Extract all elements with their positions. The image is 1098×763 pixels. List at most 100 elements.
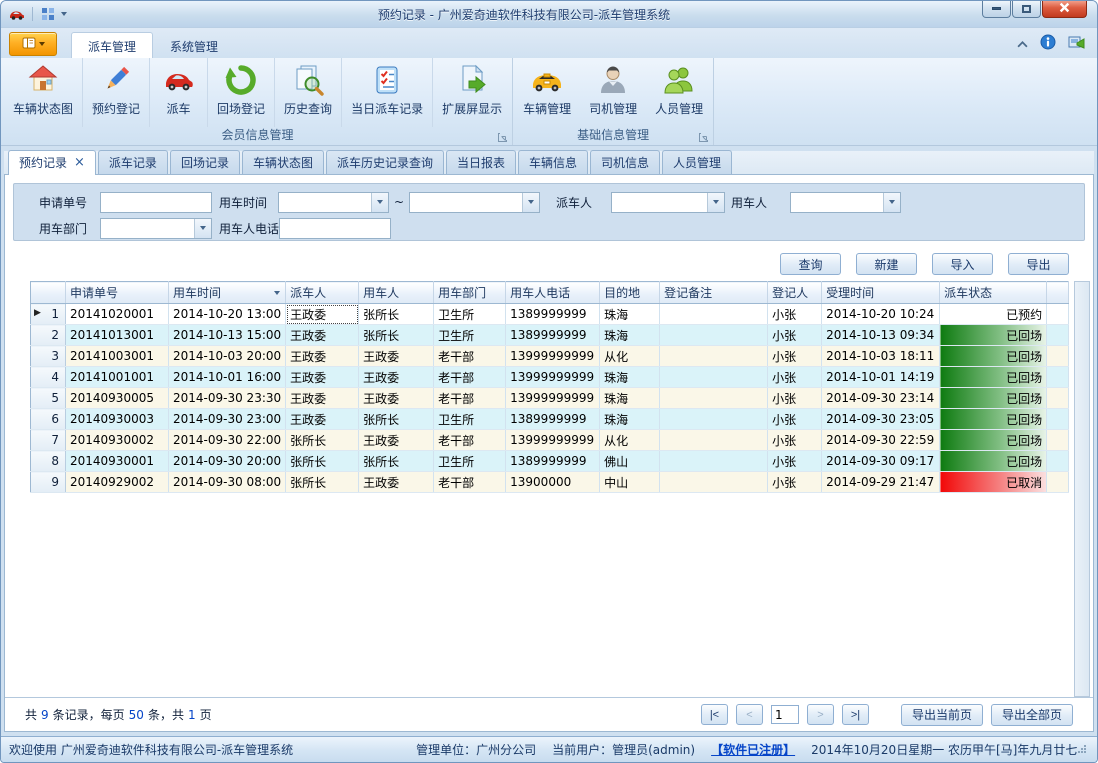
maximize-button[interactable] [1012,0,1041,18]
table-cell[interactable]: 老干部 [434,388,506,409]
new-button[interactable]: 新建 [856,253,917,275]
chevron-down-icon[interactable] [522,193,539,212]
column-header[interactable]: 用车时间 [169,282,286,304]
status-cell[interactable]: 已回场 [940,325,1047,346]
table-cell[interactable]: 小张 [768,325,822,346]
table-cell[interactable]: 中山 [600,472,660,493]
table-cell[interactable]: 1389999999 [506,451,600,472]
table-cell[interactable]: 2014-10-13 09:34 [822,325,940,346]
table-cell[interactable]: 20141001001 [66,367,169,388]
export-all-pages-button[interactable]: 导出全部页 [991,704,1073,726]
table-cell[interactable]: 小张 [768,472,822,493]
table-cell[interactable]: 王政委 [359,388,434,409]
row-selector-cell[interactable]: ▶1 [31,304,66,325]
status-cell[interactable]: 已预约 [940,304,1047,325]
row-selector-cell[interactable]: 7 [31,430,66,451]
doc-tab-8[interactable]: 司机信息 [590,150,660,174]
doc-tab-5[interactable]: 派车历史记录查询 [326,150,444,174]
table-cell[interactable]: 张所长 [359,304,434,325]
table-cell[interactable]: 王政委 [359,367,434,388]
table-cell[interactable]: 2014-10-01 14:19 [822,367,940,388]
status-cell[interactable]: 已回场 [940,346,1047,367]
today-dispatch-records-button[interactable]: 当日派车记录 [341,58,432,127]
status-cell[interactable]: 已回场 [940,430,1047,451]
column-header[interactable]: 受理时间 [822,282,940,304]
ribbon-tab-2[interactable]: 系统管理 [153,32,235,58]
chevron-down-icon[interactable] [194,219,211,238]
table-cell[interactable]: 2014-09-30 23:30 [169,388,286,409]
history-query-button[interactable]: 历史查询 [274,58,341,127]
dispatcher-select[interactable] [611,192,725,213]
resize-grip-icon[interactable] [1077,744,1089,756]
table-cell[interactable]: 卫生所 [434,304,506,325]
table-cell[interactable] [660,472,768,493]
table-cell[interactable]: 老干部 [434,430,506,451]
table-cell[interactable]: 老干部 [434,472,506,493]
status-cell[interactable]: 已回场 [940,409,1047,430]
table-cell[interactable]: 珠海 [600,325,660,346]
table-cell[interactable]: 从化 [600,346,660,367]
table-row[interactable]: ▶1201410200012014-10-20 13:00王政委张所长卫生所13… [31,304,1069,325]
previous-page-button[interactable]: < [736,704,763,725]
table-cell[interactable] [660,325,768,346]
personnel-management-button[interactable]: 人员管理 [646,58,712,127]
table-cell[interactable] [660,430,768,451]
doc-tab-2[interactable]: 派车记录 [98,150,168,174]
row-selector-cell[interactable]: 9 [31,472,66,493]
column-header-row-selector[interactable] [31,282,66,304]
phone-input[interactable] [279,218,391,239]
table-cell[interactable]: 佛山 [600,451,660,472]
table-cell[interactable]: 老干部 [434,367,506,388]
table-row[interactable]: 2201410130012014-10-13 15:00王政委张所长卫生所138… [31,325,1069,346]
page-number-input[interactable] [771,705,799,724]
table-cell[interactable]: 2014-09-30 08:00 [169,472,286,493]
skin-icon[interactable] [1068,34,1085,53]
use-time-to-select[interactable] [409,192,540,213]
close-icon[interactable]: × [74,158,85,168]
close-button[interactable] [1042,0,1087,18]
first-page-button[interactable]: |< [701,704,728,725]
table-cell[interactable] [660,451,768,472]
table-cell[interactable]: 13999999999 [506,346,600,367]
status-cell[interactable]: 已回场 [940,367,1047,388]
chevron-down-icon[interactable] [371,193,388,212]
department-select[interactable] [100,218,212,239]
column-header[interactable]: 登记人 [768,282,822,304]
doc-tab-7[interactable]: 车辆信息 [518,150,588,174]
table-cell[interactable]: 20140930002 [66,430,169,451]
vehicle-management-button[interactable]: 车辆管理 [514,58,580,127]
row-selector-cell[interactable]: 8 [31,451,66,472]
dialog-launcher-icon[interactable] [698,132,709,143]
column-header[interactable]: 用车部门 [434,282,506,304]
table-cell[interactable]: 王政委 [286,409,359,430]
row-selector-cell[interactable]: 5 [31,388,66,409]
software-registered-link[interactable]: 【软件已注册】 [711,741,795,758]
driver-management-button[interactable]: 司机管理 [580,58,646,127]
doc-tab-1[interactable]: 预约记录× [8,150,96,175]
table-cell[interactable]: 珠海 [600,367,660,388]
column-header[interactable]: 用车人 [359,282,434,304]
table-cell[interactable]: 2014-10-20 10:24 [822,304,940,325]
table-cell[interactable]: 珠海 [600,388,660,409]
table-cell[interactable]: 2014-10-03 18:11 [822,346,940,367]
table-cell[interactable]: 王政委 [359,430,434,451]
table-cell[interactable]: 2014-10-13 15:00 [169,325,286,346]
table-cell[interactable]: 2014-09-30 22:59 [822,430,940,451]
table-cell[interactable]: 小张 [768,430,822,451]
table-cell[interactable]: 卫生所 [434,409,506,430]
table-cell[interactable]: 2014-09-30 20:00 [169,451,286,472]
chevron-down-icon[interactable] [707,193,724,212]
table-cell[interactable]: 王政委 [286,367,359,388]
row-selector-cell[interactable]: 6 [31,409,66,430]
table-cell[interactable]: 2014-09-30 23:05 [822,409,940,430]
column-header-filler[interactable] [1047,282,1069,304]
table-cell[interactable] [660,388,768,409]
doc-tab-6[interactable]: 当日报表 [446,150,516,174]
table-cell[interactable]: 20140930001 [66,451,169,472]
table-cell[interactable]: 2014-09-30 22:00 [169,430,286,451]
extended-screen-button[interactable]: 扩展屏显示 [432,58,511,127]
table-cell[interactable]: 卫生所 [434,325,506,346]
info-icon[interactable] [1040,34,1056,53]
minimize-button[interactable] [982,0,1011,18]
table-cell[interactable]: 小张 [768,409,822,430]
